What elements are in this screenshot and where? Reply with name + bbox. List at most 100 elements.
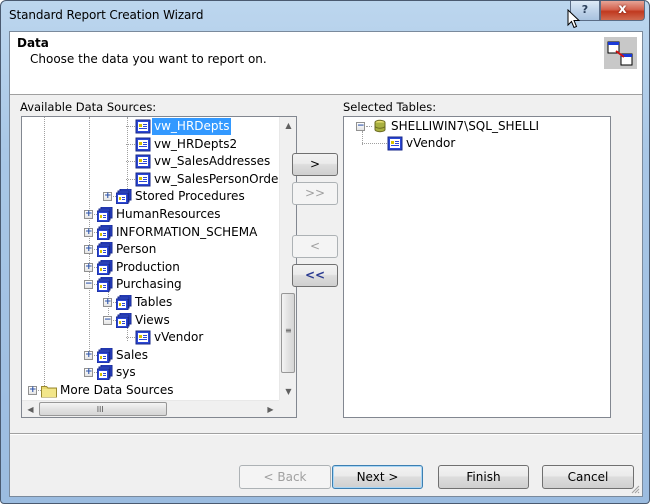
tree-node-label: More Data Sources [60, 383, 174, 397]
cancel-button[interactable]: Cancel [542, 465, 634, 489]
expand-icon[interactable]: + [84, 368, 93, 378]
available-sources-label: Available Data Sources: [20, 100, 157, 114]
scroll-left-arrow-icon[interactable]: ◀ [22, 401, 39, 418]
grip-icon: III [96, 405, 104, 414]
horizontal-scrollbar[interactable]: ◀ III ▶ [22, 400, 279, 417]
vertical-scroll-thumb[interactable]: ≡ [281, 293, 295, 373]
schema-icon [97, 348, 113, 363]
scroll-right-arrow-icon[interactable]: ▶ [262, 401, 279, 418]
tree-node[interactable]: vw_SalesPersonOrders [22, 171, 279, 188]
close-icon: x [618, 2, 627, 17]
folder-icon [41, 383, 57, 398]
folder-stack-icon [116, 313, 132, 328]
tree-guide-line [126, 337, 135, 339]
grip-icon: ≡ [285, 326, 292, 335]
tree-node-label: Sales [116, 347, 148, 362]
tree-guide-line [126, 126, 135, 127]
selected-tree-node[interactable]: − SHELLIWIN7\SQL_SHELLI [344, 118, 604, 135]
mouse-cursor-icon [567, 9, 581, 29]
page-title: Data [17, 36, 49, 50]
folder-stack-icon [116, 189, 132, 204]
back-button[interactable]: < Back [239, 465, 331, 489]
collapse-icon[interactable]: − [356, 122, 365, 131]
tree-node[interactable]: + Person [22, 241, 279, 258]
resize-grip-icon[interactable] [630, 484, 640, 494]
database-icon [372, 119, 388, 134]
view-icon [135, 154, 151, 169]
selected-tree-node[interactable]: vVendor [344, 135, 604, 152]
close-button[interactable]: x [600, 1, 645, 21]
expand-icon[interactable]: + [84, 262, 93, 272]
add-all-tables-button[interactable]: >> [292, 182, 338, 205]
tree-node[interactable]: + Production [22, 259, 279, 276]
selected-tables-tree[interactable]: − SHELLIWIN7\SQL_SHELLI vVendor [343, 116, 611, 418]
tree-node[interactable]: + sys [22, 364, 279, 381]
available-sources-tree[interactable]: vw_HRDepts vw_HRDepts2 vw_SalesAddresses vw… [21, 116, 297, 418]
tree-node-label: Views [135, 312, 170, 327]
tree-node-label: Tables [135, 295, 173, 309]
tree-node[interactable]: − Purchasing [22, 276, 279, 293]
tree-node-label: Production [116, 259, 180, 274]
tree-node[interactable]: vVendor [22, 329, 279, 346]
tree-node-label: Person [116, 242, 157, 257]
next-button[interactable]: Next > [332, 465, 423, 489]
expand-icon[interactable]: + [84, 210, 93, 219]
collapse-icon[interactable]: − [103, 315, 112, 325]
tree-node[interactable]: + Stored Procedures [22, 188, 279, 205]
scrollbar-corner [279, 400, 296, 417]
view-icon [135, 119, 151, 134]
data-link-icon [604, 37, 637, 69]
folder-stack-icon [116, 295, 132, 310]
tree-node[interactable]: + More Data Sources [22, 382, 279, 399]
schema-icon [97, 365, 113, 380]
tree-node-label: vw_HRDepts [152, 118, 232, 135]
expand-icon[interactable]: + [28, 386, 37, 395]
expand-icon[interactable]: + [84, 227, 93, 237]
finish-button[interactable]: Finish [438, 465, 529, 489]
available-tree-content: vw_HRDepts vw_HRDepts2 vw_SalesAddresses vw… [22, 117, 279, 400]
footer-divider [10, 433, 642, 435]
tree-guide-line [362, 143, 387, 144]
wizard-body: Data Choose the data you want to report … [9, 31, 643, 497]
tree-node[interactable]: − Views [22, 312, 279, 329]
tree-node[interactable]: vw_SalesAddresses [22, 153, 279, 170]
schema-icon [97, 225, 113, 240]
selected-tree-content: − SHELLIWIN7\SQL_SHELLI vVendor [344, 117, 610, 417]
tree-guide-line [126, 143, 135, 145]
page-subtitle: Choose the data you want to report on. [30, 52, 267, 66]
title-bar[interactable]: Standard Report Creation Wizard ? x [1, 1, 649, 31]
tree-guide-line [126, 161, 135, 163]
remove-all-tables-button[interactable]: << [292, 264, 338, 287]
schema-icon [97, 260, 113, 275]
tree-node[interactable]: + Sales [22, 347, 279, 364]
scroll-down-arrow-icon[interactable]: ▼ [280, 383, 297, 400]
collapse-icon[interactable]: − [84, 280, 93, 290]
expand-icon[interactable]: + [103, 192, 112, 202]
horizontal-scroll-thumb[interactable]: III [39, 402, 167, 416]
tree-node-label: vVendor [406, 136, 456, 150]
tree-node-label: vw_HRDepts2 [154, 136, 238, 151]
scroll-up-arrow-icon[interactable]: ▲ [280, 117, 297, 134]
expand-icon[interactable]: + [84, 245, 93, 255]
tree-node[interactable]: + INFORMATION_SCHEMA [22, 224, 279, 241]
schema-icon [97, 277, 113, 292]
expand-icon[interactable]: + [103, 298, 112, 307]
tree-node[interactable]: vw_HRDepts [22, 118, 279, 135]
tree-node[interactable]: vw_HRDepts2 [22, 136, 279, 153]
view-icon [135, 137, 151, 152]
window-title: Standard Report Creation Wizard [9, 8, 204, 22]
tree-node[interactable]: + Tables [22, 294, 279, 311]
expand-icon[interactable]: + [84, 350, 93, 360]
add-table-button[interactable]: > [292, 153, 338, 176]
tree-guide-line [126, 178, 135, 180]
wizard-window: Standard Report Creation Wizard ? x Data… [0, 0, 650, 504]
remove-table-button[interactable]: < [292, 235, 338, 258]
tree-node[interactable]: + HumanResources [22, 206, 279, 223]
selected-tables-label: Selected Tables: [343, 100, 437, 114]
tree-node-label: vVendor [154, 330, 204, 345]
schema-icon [97, 207, 113, 222]
schema-icon [97, 242, 113, 257]
view-icon [135, 172, 151, 187]
tree-node-label: Stored Procedures [135, 189, 245, 204]
tree-node-label: HumanResources [116, 207, 221, 221]
